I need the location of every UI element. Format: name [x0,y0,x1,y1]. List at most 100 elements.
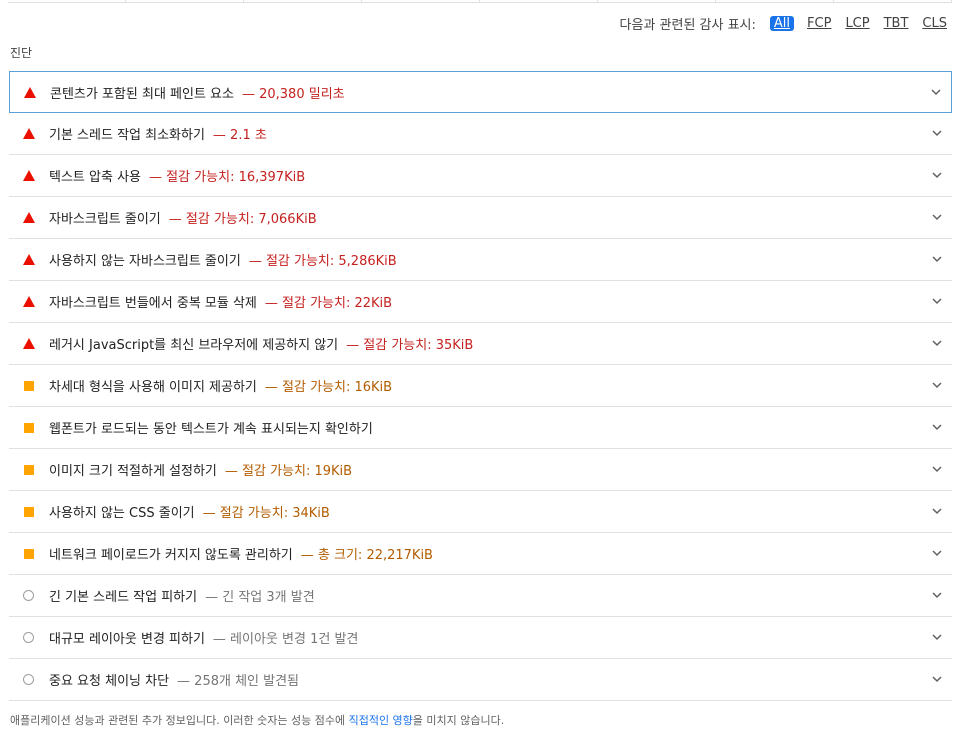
chevron-down-icon[interactable] [931,253,943,265]
previous-section-edge [8,0,952,3]
audit-title: 기본 스레드 작업 최소화하기 [49,128,205,143]
audit-row[interactable]: 기본 스레드 작업 최소화하기 — 2.1 초 [9,113,952,155]
audit-title: 중요 요청 체이닝 차단 [49,674,170,689]
red-triangle-icon [23,296,35,308]
red-triangle-icon [23,338,35,350]
footer-text: 애플리케이션 성능과 관련된 추가 정보입니다. 이러한 숫자는 성능 점수에 [10,714,349,727]
red-triangle-icon [24,87,36,99]
chevron-down-icon[interactable] [931,169,943,181]
audit-row[interactable]: 네트워크 페이로드가 커지지 않도록 관리하기 — 총 크기: 22,217KiB [9,533,952,575]
audit-detail: — 절감 가능치: 35KiB [346,338,474,353]
audit-row[interactable]: 차세대 형식을 사용해 이미지 제공하기 — 절감 가능치: 16KiB [9,365,952,407]
chevron-down-icon[interactable] [931,211,943,223]
audit-detail: — 2.1 초 [212,128,267,143]
footer-text-end: 을 미치지 않습니다. [412,714,505,727]
audit-detail: — 절감 가능치: 16KiB [264,380,393,395]
gray-circle-icon [23,632,35,644]
chevron-down-icon[interactable] [931,547,943,559]
audit-title: 긴 기본 스레드 작업 피하기 [49,590,198,605]
audit-text: 텍스트 압축 사용 — 절감 가능치: 16,397KiB [49,166,305,185]
audit-list: 콘텐츠가 포함된 최대 페인트 요소 — 20,380 밀리초기본 스레드 작업 … [9,71,952,701]
chevron-down-icon[interactable] [931,463,943,475]
direct-impact-link[interactable]: 직접적인 영향 [349,714,413,727]
red-triangle-icon [23,128,35,140]
audit-row[interactable]: 중요 요청 체이닝 차단 — 258개 체인 발견됨 [9,659,952,701]
chevron-down-icon[interactable] [931,379,943,391]
chevron-down-icon[interactable] [931,631,943,643]
audit-title: 사용하지 않는 CSS 줄이기 [49,506,195,521]
chevron-down-icon[interactable] [931,337,943,349]
audit-detail: — 20,380 밀리초 [241,86,345,102]
audit-text: 웹폰트가 로드되는 동안 텍스트가 계속 표시되는지 확인하기 [49,418,373,437]
audit-row[interactable]: 자바스크립트 줄이기 — 절감 가능치: 7,066KiB [9,197,952,239]
audit-detail: — 총 크기: 22,217KiB [300,548,433,563]
chevron-down-icon[interactable] [931,421,943,433]
orange-square-icon [23,464,35,476]
audit-title: 자바스크립트 줄이기 [49,212,161,227]
audit-row[interactable]: 자바스크립트 번들에서 중복 모듈 삭제 — 절감 가능치: 22KiB [9,281,952,323]
audit-title: 차세대 형식을 사용해 이미지 제공하기 [49,380,257,395]
audit-title: 자바스크립트 번들에서 중복 모듈 삭제 [49,296,257,311]
chevron-down-icon[interactable] [931,505,943,517]
orange-square-icon [23,422,35,434]
audit-detail: — 절감 가능치: 22KiB [264,296,393,311]
audit-detail: — 절감 가능치: 34KiB [202,506,330,521]
audit-detail: — 절감 가능치: 5,286KiB [248,254,397,269]
chevron-down-icon[interactable] [931,589,943,601]
filter-chip-fcp[interactable]: FCP [806,16,832,31]
audit-text: 대규모 레이아웃 변경 피하기 — 레이아웃 변경 1건 발견 [49,628,358,647]
audit-detail: — 절감 가능치: 16,397KiB [149,170,306,185]
audit-detail: — 긴 작업 3개 발견 [205,590,315,605]
audit-detail: — 레이아웃 변경 1건 발견 [212,632,359,647]
audit-row[interactable]: 긴 기본 스레드 작업 피하기 — 긴 작업 3개 발견 [9,575,952,617]
audit-text: 레거시 JavaScript를 최신 브라우저에 제공하지 않기 — 절감 가능치… [49,334,473,353]
audit-text: 사용하지 않는 자바스크립트 줄이기 — 절감 가능치: 5,286KiB [49,250,397,269]
audit-detail: — 258개 체인 발견됨 [177,674,300,689]
chevron-down-icon[interactable] [930,86,942,98]
audit-text: 기본 스레드 작업 최소화하기 — 2.1 초 [49,124,267,143]
audit-row[interactable]: 레거시 JavaScript를 최신 브라우저에 제공하지 않기 — 절감 가능치… [9,323,952,365]
gray-circle-icon [23,674,35,686]
audit-text: 사용하지 않는 CSS 줄이기 — 절감 가능치: 34KiB [49,502,330,521]
gray-circle-icon [23,590,35,602]
audit-row[interactable]: 웹폰트가 로드되는 동안 텍스트가 계속 표시되는지 확인하기 [9,407,952,449]
audit-title: 사용하지 않는 자바스크립트 줄이기 [49,254,241,269]
red-triangle-icon [23,254,35,266]
orange-square-icon [23,548,35,560]
audit-title: 텍스트 압축 사용 [49,170,141,185]
filter-chip-all[interactable]: All [769,16,795,31]
filter-chip-tbt[interactable]: TBT [883,16,910,31]
audit-title: 대규모 레이아웃 변경 피하기 [49,632,205,647]
audit-row[interactable]: 텍스트 압축 사용 — 절감 가능치: 16,397KiB [9,155,952,197]
audit-row[interactable]: 사용하지 않는 CSS 줄이기 — 절감 가능치: 34KiB [9,491,952,533]
audit-text: 이미지 크기 적절하게 설정하기 — 절감 가능치: 19KiB [49,460,352,479]
audit-filter-bar: 다음과 관련된 감사 표시: All FCP LCP TBT CLS [620,14,948,33]
filter-label: 다음과 관련된 감사 표시: [619,18,756,33]
chevron-down-icon[interactable] [931,295,943,307]
orange-square-icon [23,380,35,392]
audit-detail: — 절감 가능치: 19KiB [224,464,353,479]
audit-title: 웹폰트가 로드되는 동안 텍스트가 계속 표시되는지 확인하기 [49,422,373,437]
audit-title: 레거시 JavaScript를 최신 브라우저에 제공하지 않기 [49,338,339,353]
audit-text: 자바스크립트 번들에서 중복 모듈 삭제 — 절감 가능치: 22KiB [49,292,392,311]
audit-text: 자바스크립트 줄이기 — 절감 가능치: 7,066KiB [49,208,317,227]
audit-row[interactable]: 콘텐츠가 포함된 최대 페인트 요소 — 20,380 밀리초 [9,71,952,113]
audit-title: 네트워크 페이로드가 커지지 않도록 관리하기 [49,548,293,563]
audit-row[interactable]: 사용하지 않는 자바스크립트 줄이기 — 절감 가능치: 5,286KiB [9,239,952,281]
audit-row[interactable]: 대규모 레이아웃 변경 피하기 — 레이아웃 변경 1건 발견 [9,617,952,659]
filter-chip-cls[interactable]: CLS [921,16,948,31]
filter-chip-lcp[interactable]: LCP [844,16,870,31]
chevron-down-icon[interactable] [931,127,943,139]
audit-text: 중요 요청 체이닝 차단 — 258개 체인 발견됨 [49,670,299,689]
footer-note: 애플리케이션 성능과 관련된 추가 정보입니다. 이러한 숫자는 성능 점수에 … [10,712,504,728]
chevron-down-icon[interactable] [931,673,943,685]
audit-text: 차세대 형식을 사용해 이미지 제공하기 — 절감 가능치: 16KiB [49,376,392,395]
red-triangle-icon [23,212,35,224]
section-title: 진단 [10,46,33,60]
audit-text: 네트워크 페이로드가 커지지 않도록 관리하기 — 총 크기: 22,217KiB [49,544,433,563]
audit-text: 긴 기본 스레드 작업 피하기 — 긴 작업 3개 발견 [49,586,315,605]
audit-title: 이미지 크기 적절하게 설정하기 [49,464,217,479]
red-triangle-icon [23,170,35,182]
audit-row[interactable]: 이미지 크기 적절하게 설정하기 — 절감 가능치: 19KiB [9,449,952,491]
audit-title: 콘텐츠가 포함된 최대 페인트 요소 [50,86,234,102]
